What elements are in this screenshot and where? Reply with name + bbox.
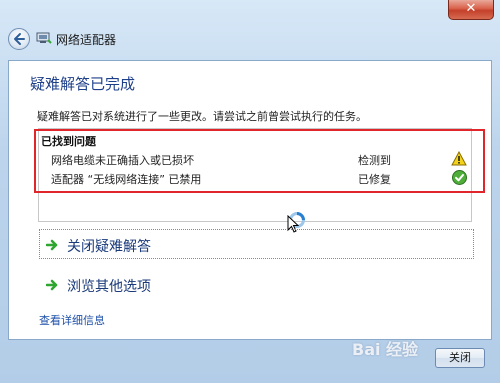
window-title: 网络适配器 (56, 33, 117, 47)
green-arrow-icon (46, 239, 58, 251)
green-arrow-icon (46, 279, 58, 291)
problem-row-status: 检测到 (358, 154, 391, 167)
window-close-button[interactable]: ✕ (448, 0, 494, 20)
problem-row-text: 网络电缆未正确插入或已损坏 (51, 154, 194, 167)
warning-icon (451, 151, 467, 166)
page-heading: 疑难解答已完成 (30, 75, 136, 93)
close-button[interactable]: 关闭 (435, 348, 485, 368)
description-text: 疑难解答已对系统进行了一些更改。请尝试之前曾尝试执行的任务。 (37, 110, 367, 123)
close-troubleshooter-link[interactable]: 关闭疑难解答 (67, 236, 151, 256)
check-icon (452, 170, 467, 185)
back-button[interactable] (8, 28, 30, 50)
back-arrow-icon (14, 33, 25, 45)
problem-row-status: 已修复 (358, 173, 391, 186)
baidu-watermark: Bai 经验 (352, 340, 419, 359)
problem-row-text: 适配器 “无线网络连接” 已禁用 (51, 173, 202, 186)
explore-other-options-link[interactable]: 浏览其他选项 (67, 276, 151, 296)
network-adapter-icon (36, 32, 52, 44)
view-details-link[interactable]: 查看详细信息 (39, 312, 105, 328)
problems-found-title: 已找到问题 (41, 135, 96, 148)
